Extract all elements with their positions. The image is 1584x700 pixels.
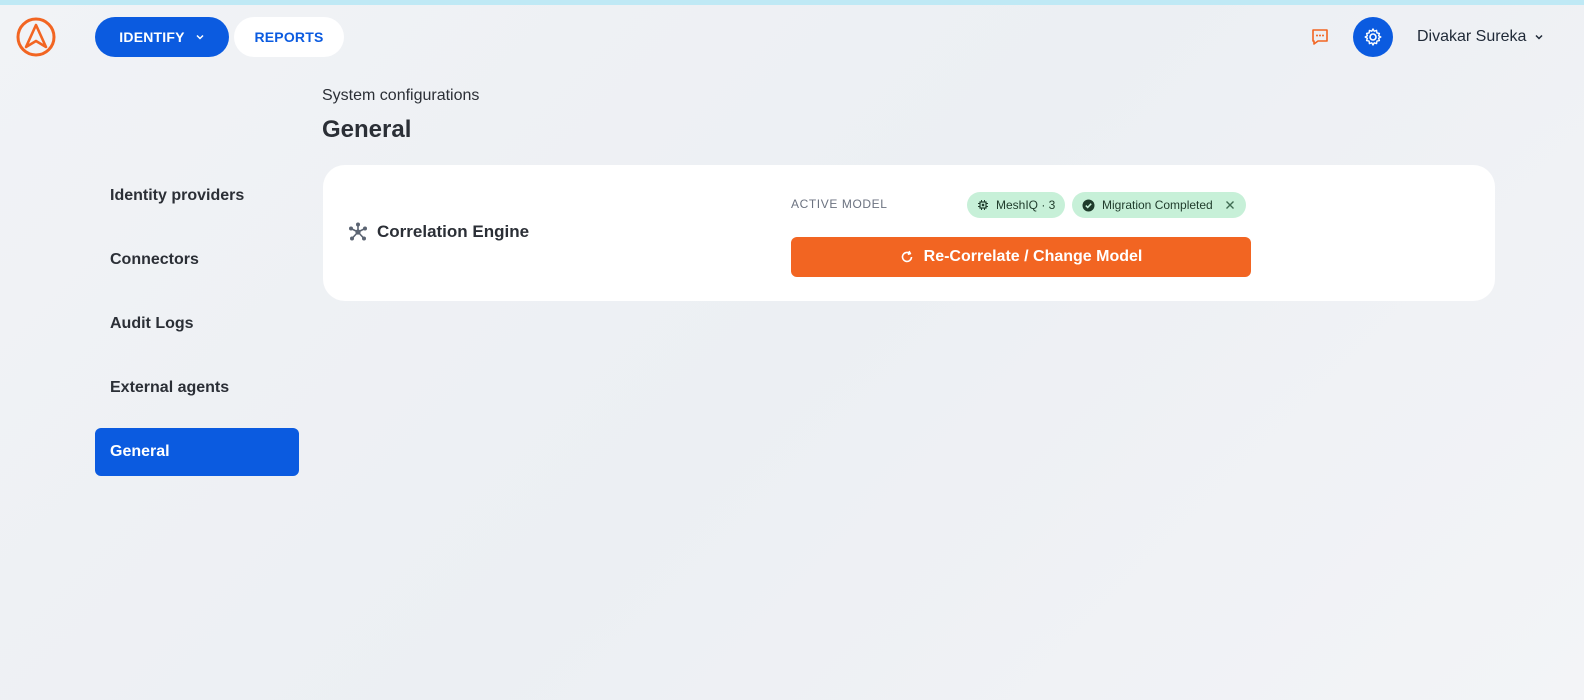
top-accent-stripe xyxy=(0,0,1584,5)
engine-heading: Correlation Engine xyxy=(347,221,529,243)
nav-reports-button[interactable]: REPORTS xyxy=(234,17,344,57)
user-menu[interactable]: Divakar Sureka xyxy=(1417,17,1544,57)
re-correlate-label: Re-Correlate / Change Model xyxy=(923,248,1143,265)
migration-status-badge: Migration Completed xyxy=(1072,192,1246,218)
refresh-icon xyxy=(901,250,912,263)
sidebar-item-label: Audit Logs xyxy=(110,315,194,332)
sidebar-item-external-agents[interactable]: External agents xyxy=(95,364,299,412)
user-name: Divakar Sureka xyxy=(1417,28,1527,45)
sidebar-item-label: External agents xyxy=(110,379,230,396)
migration-status-label: Migration Completed xyxy=(1102,198,1213,212)
re-correlate-button[interactable]: Re-Correlate / Change Model xyxy=(791,237,1251,277)
nav-reports-label: REPORTS xyxy=(254,29,324,45)
model-badge-label: MeshIQ · 3 xyxy=(996,198,1056,212)
breadcrumb: System configurations xyxy=(322,87,480,104)
sidebar-item-general[interactable]: General xyxy=(95,428,299,476)
sidebar-item-identity-providers[interactable]: Identity providers xyxy=(95,172,299,220)
sidebar-item-connectors[interactable]: Connectors xyxy=(95,236,299,284)
close-icon[interactable] xyxy=(1224,199,1236,211)
gear-icon xyxy=(1364,28,1382,46)
chevron-down-icon xyxy=(196,34,204,40)
engine-name: Correlation Engine xyxy=(377,222,530,241)
network-icon xyxy=(349,222,367,241)
model-badge: MeshIQ · 3 xyxy=(967,192,1066,218)
check-circle-icon xyxy=(1082,199,1095,211)
page-title: General xyxy=(322,116,412,143)
nav-identify-button[interactable]: IDENTIFY xyxy=(95,17,229,57)
active-model-label: ACTIVE MODEL xyxy=(791,197,888,211)
sidebar-item-label: Connectors xyxy=(110,251,199,268)
sidebar-item-label: Identity providers xyxy=(110,187,245,204)
settings-button[interactable] xyxy=(1353,17,1393,57)
chevron-down-icon xyxy=(1535,34,1543,40)
chat-icon[interactable] xyxy=(1310,27,1330,47)
correlation-engine-card: Correlation Engine ACTIVE MODEL MeshIQ ·… xyxy=(323,165,1495,301)
chip-icon xyxy=(978,200,988,210)
sidebar-item-label: General xyxy=(110,443,170,460)
nav-identify-label: IDENTIFY xyxy=(119,29,185,45)
sidebar-item-audit-logs[interactable]: Audit Logs xyxy=(95,300,299,348)
app-logo-icon[interactable] xyxy=(16,17,56,57)
